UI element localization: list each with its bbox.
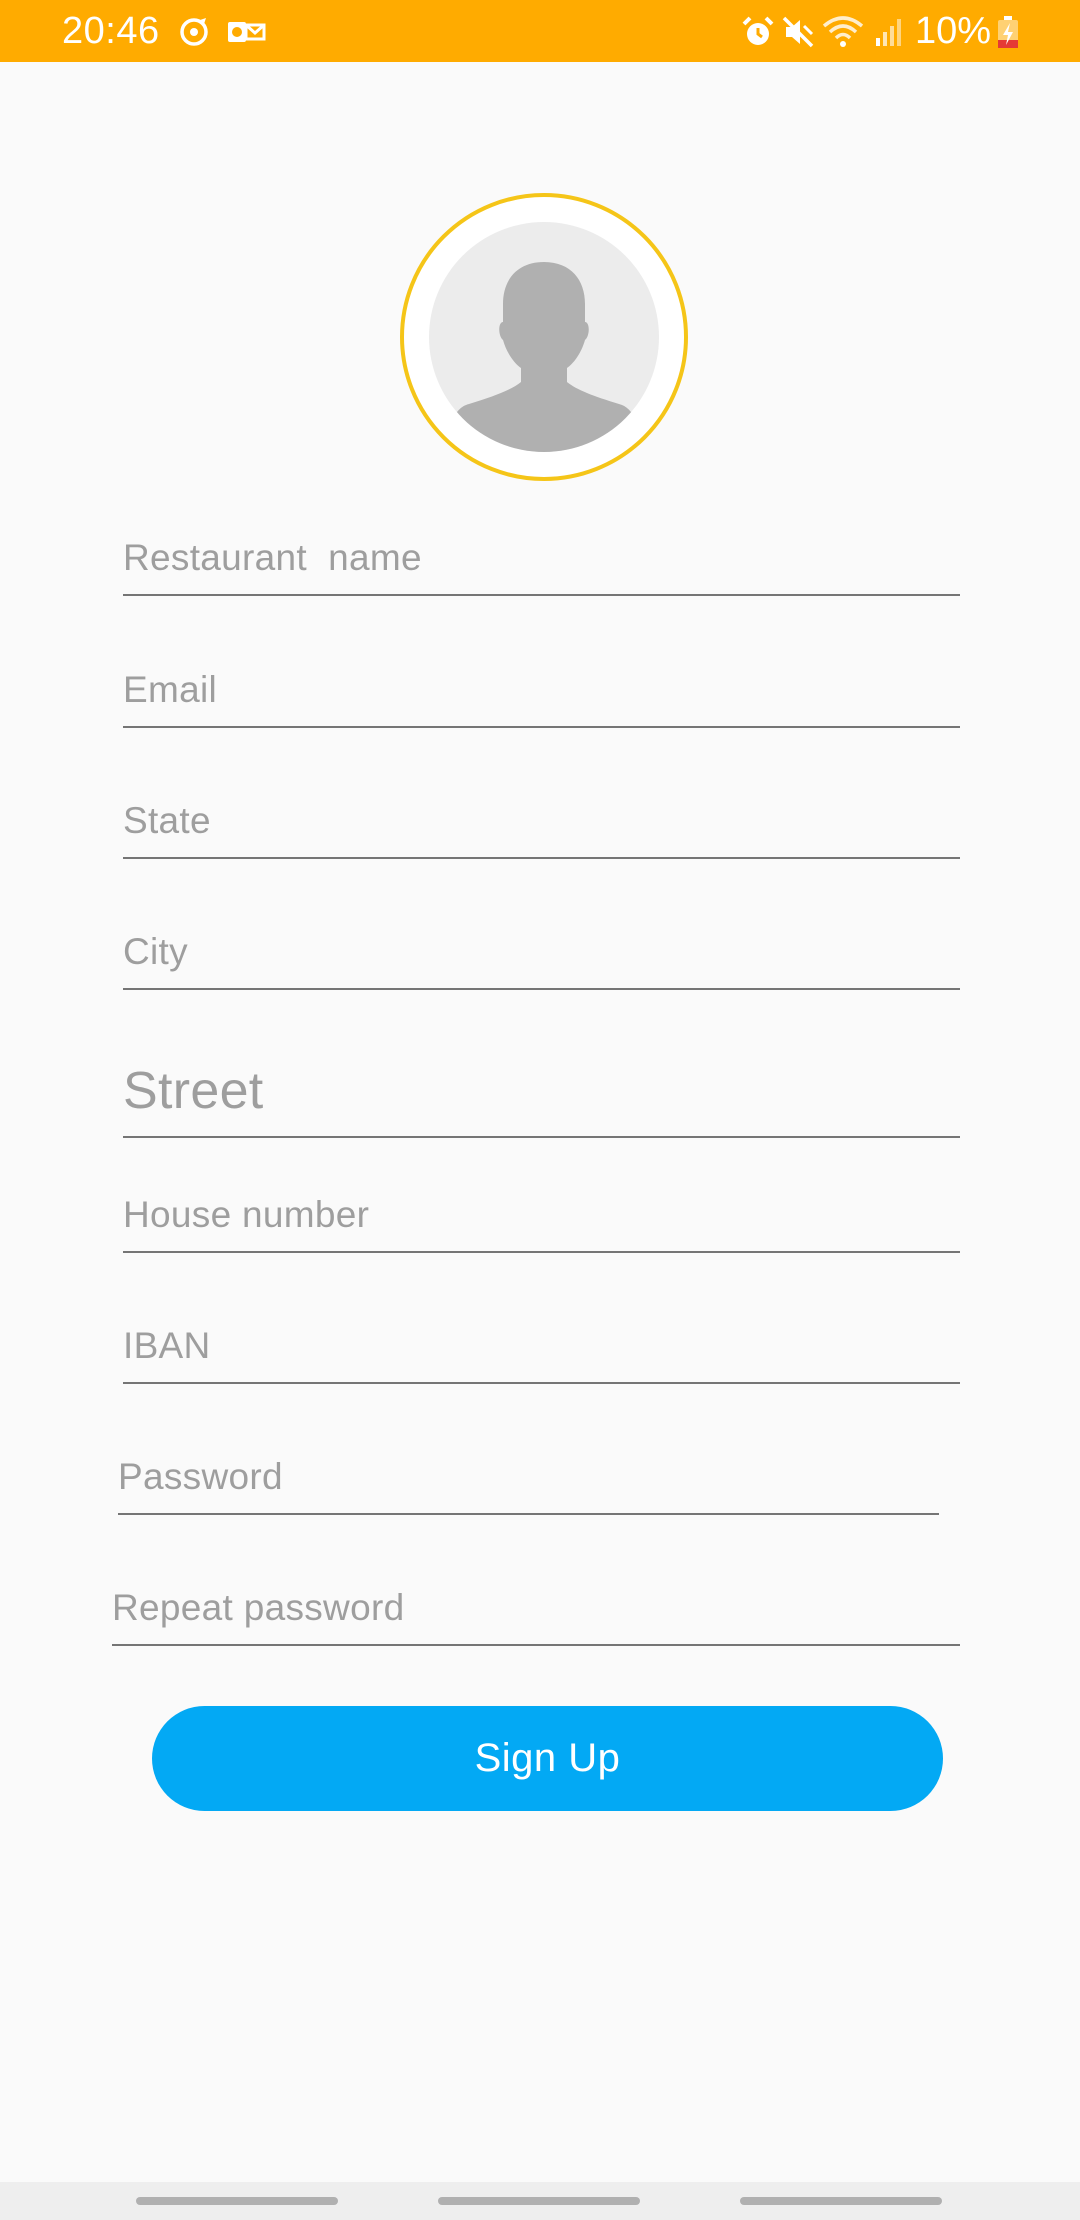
alarm-icon (740, 14, 776, 50)
restaurant-name-input[interactable] (123, 530, 960, 594)
house-number-input[interactable] (123, 1187, 960, 1251)
city-input[interactable] (123, 924, 960, 988)
email-input[interactable] (123, 662, 960, 726)
status-time: 20:46 (62, 10, 160, 52)
street-field[interactable] (123, 1056, 960, 1138)
city-field[interactable] (123, 924, 960, 990)
signal-icon (872, 14, 908, 50)
state-input[interactable] (123, 793, 960, 857)
person-placeholder-icon (400, 193, 688, 481)
sign-up-button[interactable]: Sign Up (152, 1706, 943, 1811)
sync-icon (176, 14, 212, 50)
battery-charging-icon (996, 14, 1020, 50)
password-input[interactable] (118, 1449, 939, 1513)
mute-icon (780, 14, 816, 50)
status-bar: 20:46 10% (0, 0, 1080, 62)
state-field[interactable] (123, 793, 960, 859)
navigation-bar (0, 2182, 1080, 2220)
email-field[interactable] (123, 662, 960, 728)
outlook-icon (226, 14, 266, 50)
avatar[interactable] (399, 192, 689, 482)
street-input[interactable] (123, 1056, 960, 1136)
iban-input[interactable] (123, 1318, 960, 1382)
nav-home-handle[interactable] (438, 2197, 640, 2205)
house-number-field[interactable] (123, 1187, 960, 1253)
wifi-icon (822, 14, 864, 50)
password-field[interactable] (118, 1449, 939, 1515)
nav-back-handle[interactable] (740, 2197, 942, 2205)
nav-recents-handle[interactable] (136, 2197, 338, 2205)
repeat-password-input[interactable] (112, 1580, 960, 1644)
battery-percent: 10% (915, 10, 992, 52)
repeat-password-field[interactable] (112, 1580, 960, 1646)
iban-field[interactable] (123, 1318, 960, 1384)
restaurant-name-field[interactable] (123, 530, 960, 596)
